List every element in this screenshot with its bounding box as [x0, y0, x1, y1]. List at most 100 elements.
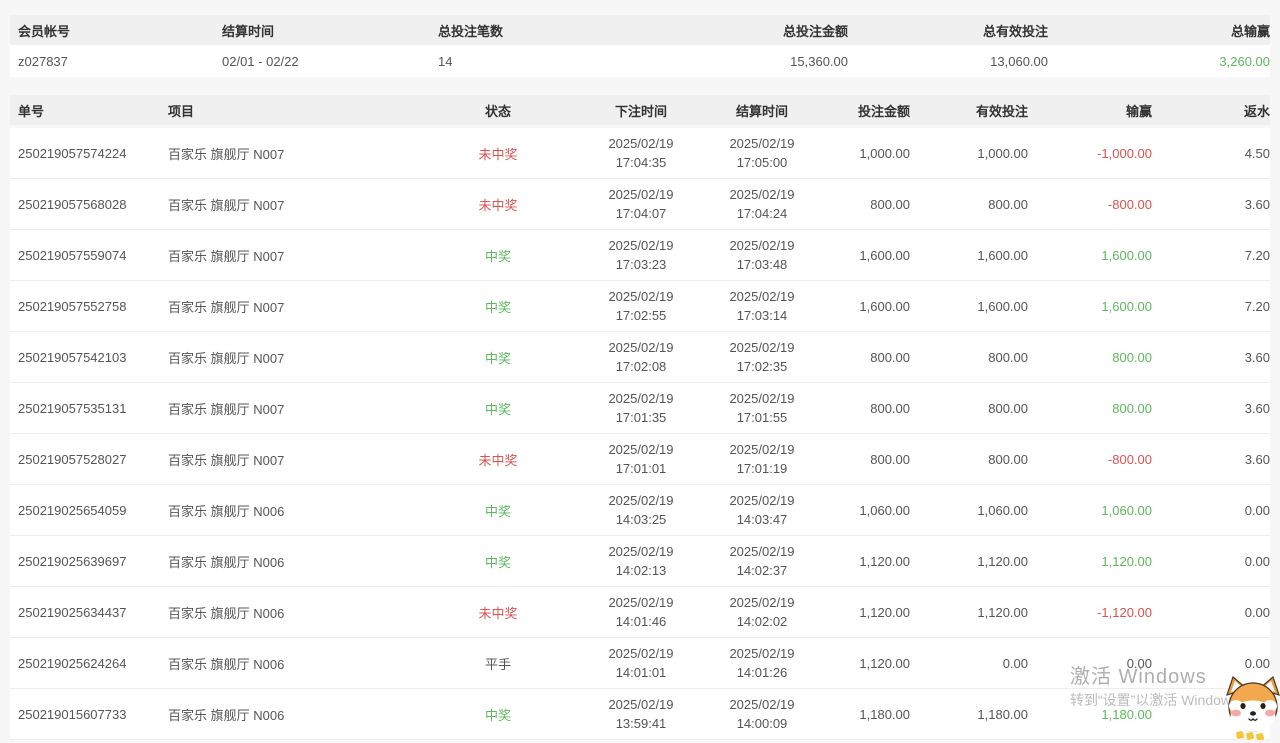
summary-account: z027837: [10, 54, 222, 69]
settle-date-line: 2025/02/19: [704, 287, 820, 306]
cell-order-number: 250219025639697: [10, 554, 168, 569]
settle-date-line: 2025/02/19: [704, 695, 820, 714]
summary-header-total-winloss: 总输赢: [1048, 21, 1270, 40]
summary-table: 会员帐号 结算时间 总投注笔数 总投注金额 总有效投注 总输赢 z027837 …: [10, 15, 1270, 77]
cell-valid-bet: 800.00: [920, 350, 1038, 365]
bet-date-line: 2025/02/19: [578, 389, 704, 408]
summary-header-total-bet: 总投注金额: [658, 21, 848, 40]
cell-bet-amount: 1,120.00: [820, 605, 920, 620]
cell-rebate: 4.50: [1162, 146, 1270, 161]
cell-order-number: 250219057552758: [10, 299, 168, 314]
cell-project: 百家乐 旗舰厅 N006: [168, 603, 418, 622]
cell-bet-time: 2025/02/19 14:01:46: [578, 593, 704, 631]
bet-date-line: 2025/02/19: [578, 134, 704, 153]
cell-order-number: 250219057559074: [10, 248, 168, 263]
settle-time-line: 17:05:00: [704, 153, 820, 172]
settle-date-line: 2025/02/19: [704, 338, 820, 357]
table-row: 250219057559074 百家乐 旗舰厅 N007 中奖 2025/02/…: [10, 230, 1270, 281]
cell-project: 百家乐 旗舰厅 N006: [168, 552, 418, 571]
settle-date-line: 2025/02/19: [704, 644, 820, 663]
summary-header-bet-count: 总投注笔数: [438, 21, 658, 40]
settle-time-line: 17:03:14: [704, 306, 820, 325]
settle-date-line: 2025/02/19: [704, 236, 820, 255]
cell-rebate: 3.60: [1162, 350, 1270, 365]
bet-time-line: 13:59:41: [578, 714, 704, 733]
settle-time-line: 17:01:19: [704, 459, 820, 478]
shiba-mascot-widget[interactable]: [1222, 676, 1280, 740]
bet-time-line: 17:04:07: [578, 204, 704, 223]
bet-time-line: 14:02:13: [578, 561, 704, 580]
cell-bet-time: 2025/02/19 17:04:35: [578, 134, 704, 172]
cell-settle-time: 2025/02/19 14:00:09: [704, 695, 820, 733]
cell-bet-time: 2025/02/19 17:01:35: [578, 389, 704, 427]
cell-bet-time: 2025/02/19 14:01:01: [578, 644, 704, 682]
header-winloss: 输赢: [1038, 101, 1162, 120]
bet-date-line: 2025/02/19: [578, 440, 704, 459]
bet-time-line: 14:01:46: [578, 612, 704, 631]
bet-date-line: 2025/02/19: [578, 185, 704, 204]
cell-status: 未中奖: [418, 603, 578, 622]
cell-rebate: 0.00: [1162, 503, 1270, 518]
cell-settle-time: 2025/02/19 14:03:47: [704, 491, 820, 529]
cell-rebate: 7.20: [1162, 248, 1270, 263]
cell-settle-time: 2025/02/19 14:02:37: [704, 542, 820, 580]
cell-winloss: -1,120.00: [1038, 605, 1162, 620]
summary-total-bet: 15,360.00: [658, 54, 848, 69]
cell-bet-amount: 1,180.00: [820, 707, 920, 722]
header-rebate: 返水: [1162, 101, 1270, 120]
cell-rebate: 3.60: [1162, 452, 1270, 467]
settle-date-line: 2025/02/19: [704, 185, 820, 204]
bet-date-line: 2025/02/19: [578, 593, 704, 612]
cell-winloss: -800.00: [1038, 452, 1162, 467]
cell-settle-time: 2025/02/19 17:01:19: [704, 440, 820, 478]
cell-order-number: 250219057574224: [10, 146, 168, 161]
header-order: 单号: [10, 101, 168, 120]
bet-date-line: 2025/02/19: [578, 542, 704, 561]
bet-time-line: 17:03:23: [578, 255, 704, 274]
cell-project: 百家乐 旗舰厅 N006: [168, 654, 418, 673]
cell-project: 百家乐 旗舰厅 N007: [168, 297, 418, 316]
bet-date-line: 2025/02/19: [578, 338, 704, 357]
cell-status: 未中奖: [418, 450, 578, 469]
cell-valid-bet: 1,060.00: [920, 503, 1038, 518]
settle-time-line: 14:02:02: [704, 612, 820, 631]
header-bet-amount: 投注金额: [820, 101, 920, 120]
cell-project: 百家乐 旗舰厅 N006: [168, 501, 418, 520]
settle-time-line: 14:01:26: [704, 663, 820, 682]
cell-valid-bet: 800.00: [920, 401, 1038, 416]
cell-order-number: 250219057535131: [10, 401, 168, 416]
cell-order-number: 250219025634437: [10, 605, 168, 620]
cell-bet-time: 2025/02/19 17:02:55: [578, 287, 704, 325]
cell-valid-bet: 800.00: [920, 197, 1038, 212]
cell-order-number: 250219025624264: [10, 656, 168, 671]
settle-time-line: 14:02:37: [704, 561, 820, 580]
settle-time-line: 17:02:35: [704, 357, 820, 376]
cell-winloss: -1,000.00: [1038, 146, 1162, 161]
settle-date-line: 2025/02/19: [704, 134, 820, 153]
cell-valid-bet: 1,120.00: [920, 554, 1038, 569]
table-row: 250219025654059 百家乐 旗舰厅 N006 中奖 2025/02/…: [10, 485, 1270, 536]
cell-bet-amount: 800.00: [820, 452, 920, 467]
cell-bet-time: 2025/02/19 14:03:25: [578, 491, 704, 529]
cell-bet-time: 2025/02/19 17:02:08: [578, 338, 704, 376]
cell-settle-time: 2025/02/19 17:01:55: [704, 389, 820, 427]
cell-status: 未中奖: [418, 195, 578, 214]
table-row: 250219057528027 百家乐 旗舰厅 N007 未中奖 2025/02…: [10, 434, 1270, 485]
cell-settle-time: 2025/02/19 17:04:24: [704, 185, 820, 223]
cell-bet-time: 2025/02/19 17:03:23: [578, 236, 704, 274]
settle-date-line: 2025/02/19: [704, 491, 820, 510]
cell-rebate: 0.00: [1162, 554, 1270, 569]
cell-rebate: 0.00: [1162, 605, 1270, 620]
summary-header-period: 结算时间: [222, 21, 438, 40]
cell-settle-time: 2025/02/19 14:01:26: [704, 644, 820, 682]
cell-status: 中奖: [418, 297, 578, 316]
summary-bet-count: 14: [438, 54, 658, 69]
cell-settle-time: 2025/02/19 17:03:14: [704, 287, 820, 325]
settle-date-line: 2025/02/19: [704, 593, 820, 612]
cell-order-number: 250219025654059: [10, 503, 168, 518]
summary-total-winloss: 3,260.00: [1048, 54, 1270, 69]
settle-date-line: 2025/02/19: [704, 440, 820, 459]
bet-date-line: 2025/02/19: [578, 491, 704, 510]
cell-status: 中奖: [418, 501, 578, 520]
cell-rebate: 7.20: [1162, 299, 1270, 314]
